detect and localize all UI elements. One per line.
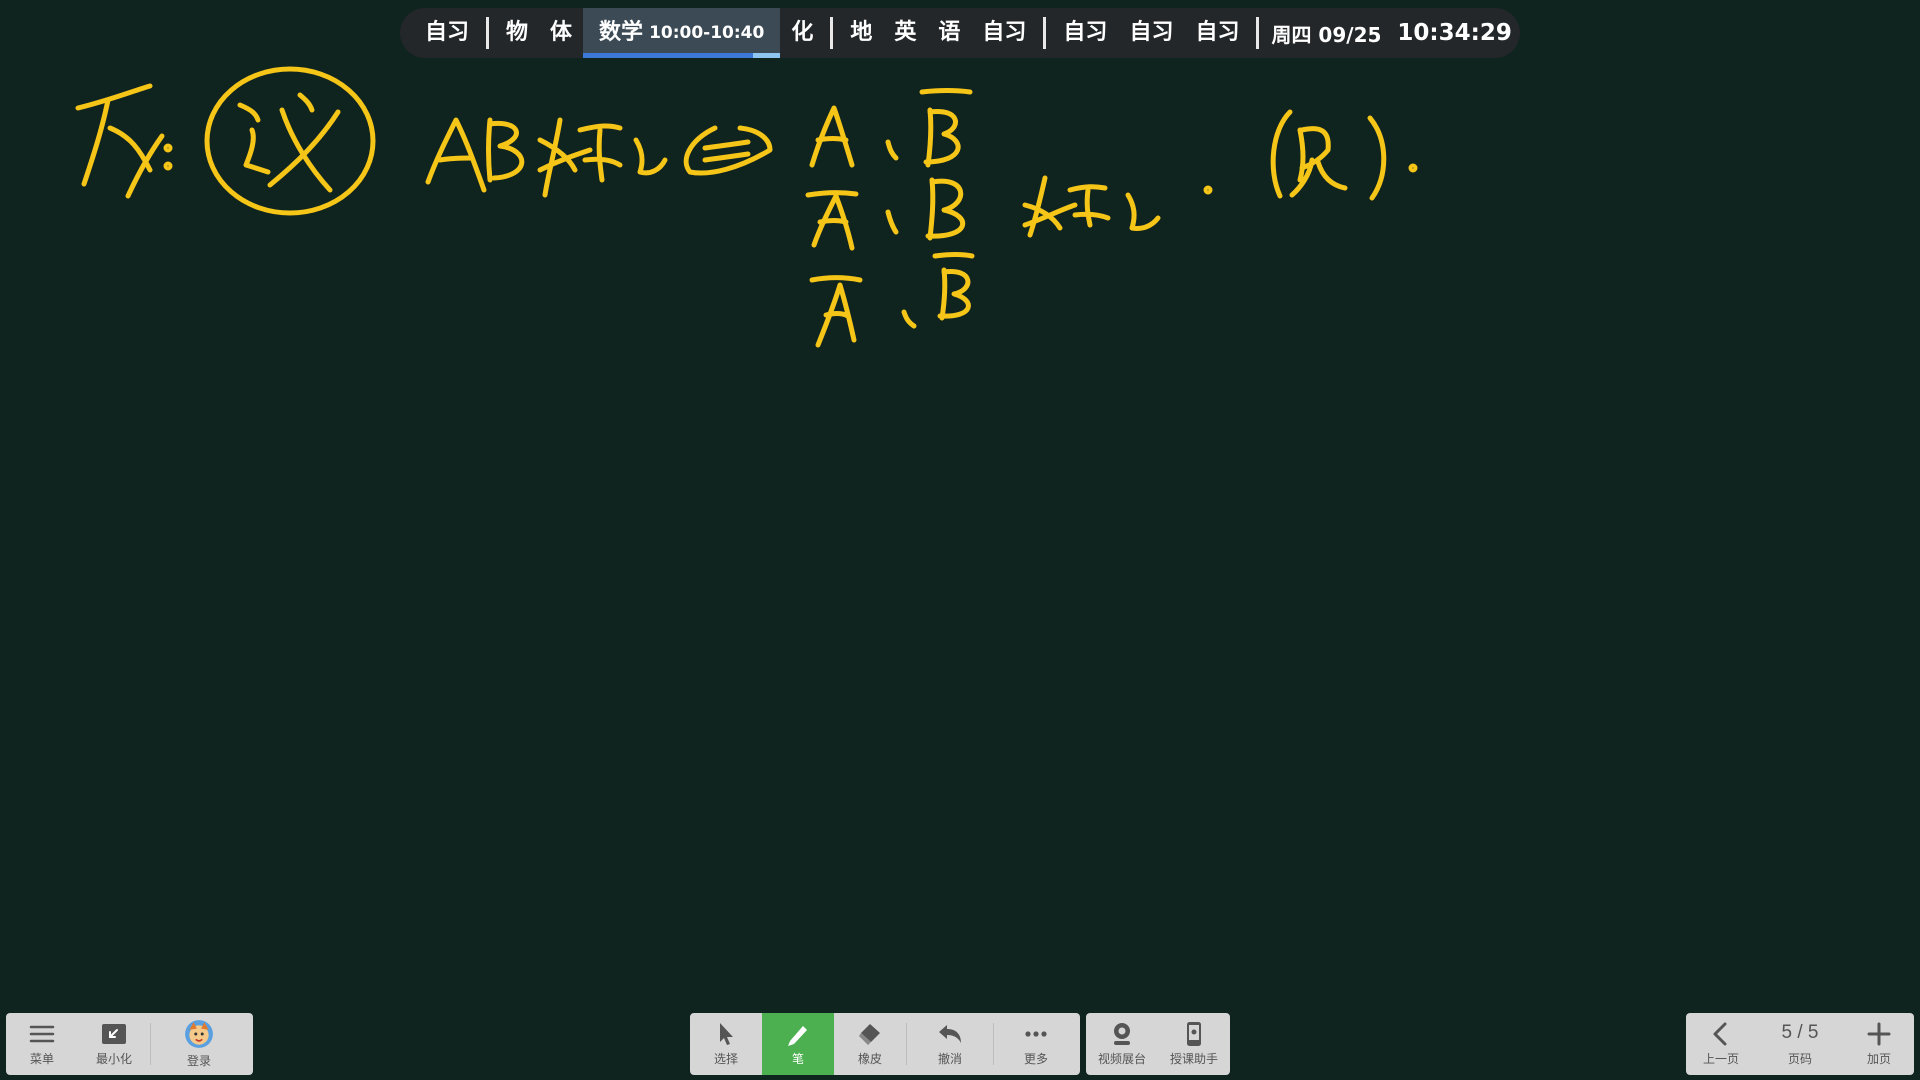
more-icon	[1025, 1031, 1047, 1037]
ink-stroke	[1270, 109, 1293, 199]
minimize-button[interactable]: 最小化	[78, 1013, 150, 1075]
ink-stroke	[75, 83, 153, 111]
ink-stroke	[633, 137, 668, 176]
hamburger-icon	[29, 1025, 55, 1043]
video-presenter-label: 视频展台	[1097, 1052, 1146, 1066]
login-button[interactable]: 登录	[151, 1013, 247, 1075]
select-tool-label: 选择	[713, 1052, 738, 1066]
ink-stroke	[885, 139, 899, 161]
ink-stroke	[815, 136, 849, 143]
minimize-label: 最小化	[95, 1052, 132, 1066]
menu-label: 菜单	[29, 1052, 54, 1066]
page-toolbar: 上一页 5 / 5 页码 加页	[1686, 1013, 1914, 1075]
ink-stroke	[487, 120, 525, 181]
ink-stroke	[243, 127, 271, 175]
ink-stroke	[486, 117, 493, 183]
page-count: 5 / 5	[1781, 1021, 1819, 1043]
ink-stroke	[805, 190, 859, 198]
page-indicator[interactable]: 5 / 5 页码	[1756, 1013, 1844, 1075]
select-tool-button[interactable]: 选择	[690, 1013, 762, 1075]
left-toolbar: 菜单 最小化 登录	[6, 1013, 253, 1075]
whiteboard-canvas[interactable]	[0, 0, 1920, 1080]
ink-stroke	[81, 97, 111, 187]
minimize-icon	[102, 1024, 126, 1044]
prev-page-button[interactable]: 上一页	[1686, 1013, 1756, 1075]
login-label: 登录	[186, 1054, 211, 1068]
more-label: 更多	[1023, 1052, 1048, 1066]
eraser-tool-label: 橡皮	[857, 1052, 882, 1066]
page-indicator-label: 页码	[1787, 1051, 1812, 1066]
phone-icon	[1187, 1022, 1201, 1046]
ink-stroke	[425, 117, 487, 193]
ink-stroke	[901, 309, 917, 329]
eraser-tool-button[interactable]: 橡皮	[834, 1013, 906, 1075]
teaching-tools-toolbar: 视频展台 授课助手	[1086, 1013, 1230, 1075]
ink-stroke	[817, 218, 849, 225]
ink-stroke	[937, 267, 971, 321]
ink-stroke	[885, 209, 899, 235]
ink-stroke	[267, 109, 341, 188]
ink-stroke	[237, 102, 261, 123]
ink-stroke	[925, 177, 966, 241]
more-button[interactable]: 更多	[994, 1013, 1078, 1075]
ink-circle	[204, 66, 376, 216]
video-presenter-button[interactable]: 视频展台	[1086, 1013, 1158, 1075]
undo-icon	[939, 1025, 961, 1043]
ink-stroke	[923, 107, 961, 168]
drawing-toolbar: 选择 笔 橡皮 撤消 更多	[690, 1013, 1080, 1075]
ink-stroke	[1022, 175, 1078, 238]
ink-stroke	[297, 92, 315, 113]
cursor-icon	[720, 1023, 733, 1045]
chevron-left-icon	[1713, 1022, 1727, 1046]
webcam-icon	[1114, 1023, 1130, 1045]
ink-stroke	[437, 155, 475, 163]
ink-stroke	[823, 311, 851, 319]
ink-stroke	[1203, 185, 1213, 195]
ink-stroke	[1408, 163, 1418, 173]
teaching-assistant-label: 授课助手	[1169, 1052, 1218, 1066]
avatar-icon	[185, 1020, 213, 1048]
pen-tool-label: 笔	[791, 1052, 804, 1066]
eraser-icon	[859, 1024, 880, 1045]
undo-button[interactable]: 撤消	[907, 1013, 993, 1075]
prev-page-label: 上一页	[1702, 1052, 1739, 1066]
pen-tool-button[interactable]: 笔	[762, 1013, 834, 1075]
ink-stroke	[163, 161, 173, 171]
ink-stroke	[163, 143, 173, 153]
ink-stroke	[932, 252, 975, 259]
ink-stroke	[1367, 115, 1387, 201]
ink-stroke	[809, 275, 863, 283]
pen-icon	[788, 1026, 807, 1046]
ink-stroke	[1125, 192, 1161, 231]
ink-stroke	[683, 125, 773, 176]
ink-stroke	[919, 88, 973, 95]
add-page-label: 加页	[1866, 1052, 1891, 1066]
ink-stroke	[702, 139, 751, 163]
plus-icon	[1867, 1022, 1891, 1046]
ink-stroke	[1289, 126, 1348, 198]
teaching-assistant-button[interactable]: 授课助手	[1158, 1013, 1230, 1075]
undo-label: 撤消	[937, 1052, 962, 1066]
add-page-button[interactable]: 加页	[1844, 1013, 1914, 1075]
menu-button[interactable]: 菜单	[6, 1013, 78, 1075]
